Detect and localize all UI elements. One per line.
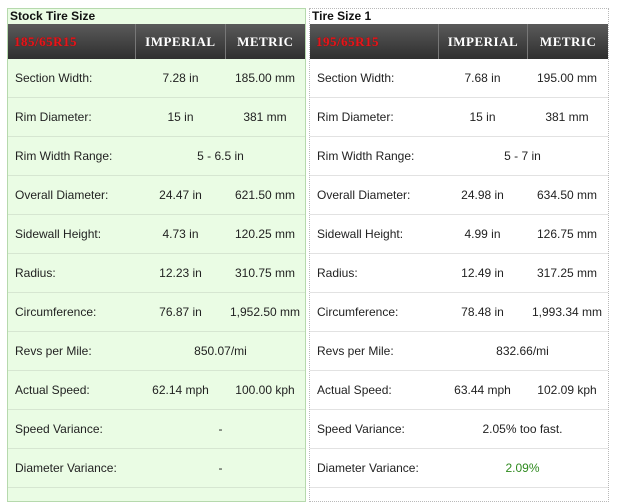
revs-per-mile-row: Revs per Mile: 832.66/mi [310,332,608,371]
imperial-column-header: IMPERIAL [447,33,519,49]
sidewall-height-row: Sidewall Height: 4.99 in 126.75 mm [310,215,608,254]
row-label: Section Width: [15,71,93,85]
tire-size-1-size: 195/65R15 [316,33,379,49]
row-label: Circumference: [317,305,399,319]
speed-variance-row: Speed Variance: 2.05% too fast. [310,410,608,449]
imperial-value: 24.98 in [461,188,504,202]
actual-speed-row: Actual Speed: 63.44 mph 102.09 kph [310,371,608,410]
tire-size-1-header: 195/65R15 IMPERIAL METRIC [310,24,608,59]
sidewall-height-row: Sidewall Height: 4.73 in 120.25 mm [8,215,305,254]
diameter-variance-row: Diameter Variance: - [8,449,305,488]
actual-speed-row: Actual Speed: 62.14 mph 100.00 kph [8,371,305,410]
tire-size-1-panel: Tire Size 1 195/65R15 IMPERIAL METRIC Se… [309,8,609,502]
stock-tire-title: Stock Tire Size [10,9,96,23]
row-label: Rim Width Range: [15,149,113,163]
row-label: Circumference: [15,305,97,319]
imperial-value: 7.28 in [162,71,199,85]
row-value: 850.07/mi [194,344,247,358]
rim-diameter-row: Rim Diameter: 15 in 381 mm [310,98,608,137]
imperial-value: 7.68 in [464,71,501,85]
metric-value: 120.25 mm [234,227,296,241]
row-label: Speed Variance: [317,422,405,436]
imperial-value: 76.87 in [159,305,202,319]
metric-value: 634.50 mm [536,188,598,202]
section-width-row: Section Width: 7.68 in 195.00 mm [310,59,608,98]
metric-value: 621.50 mm [234,188,296,202]
imperial-value: 15 in [469,110,496,124]
stock-tire-size: 185/65R15 [14,33,77,49]
row-label: Radius: [317,266,358,280]
row-label: Overall Diameter: [317,188,411,202]
imperial-value: 4.99 in [464,227,501,241]
row-label: Rim Diameter: [317,110,394,124]
metric-value: 310.75 mm [234,266,296,280]
row-value: - [218,461,223,475]
row-label: Diameter Variance: [15,461,117,475]
imperial-value: 78.48 in [461,305,504,319]
row-value: - [218,422,223,436]
row-label: Revs per Mile: [317,344,394,358]
imperial-column-header: IMPERIAL [145,33,216,49]
circumference-row: Circumference: 78.48 in 1,993.34 mm [310,293,608,332]
radius-row: Radius: 12.23 in 310.75 mm [8,254,305,293]
metric-value: 1,993.34 mm [531,305,603,319]
row-label: Speed Variance: [15,422,103,436]
section-width-row: Section Width: 7.28 in 185.00 mm [8,59,305,98]
speed-variance-row: Speed Variance: - [8,410,305,449]
row-label: Actual Speed: [15,383,90,397]
row-value: 5 - 7 in [504,149,541,163]
revs-per-mile-row: Revs per Mile: 850.07/mi [8,332,305,371]
rim-width-range-row: Rim Width Range: 5 - 7 in [310,137,608,176]
row-label: Revs per Mile: [15,344,92,358]
metric-value: 1,952.50 mm [229,305,301,319]
row-label: Sidewall Height: [317,227,404,241]
tire-size-1-title: Tire Size 1 [312,9,372,23]
row-label: Diameter Variance: [317,461,419,475]
radius-row: Radius: 12.49 in 317.25 mm [310,254,608,293]
row-value: 5 - 6.5 in [197,149,244,163]
imperial-value: 12.23 in [159,266,202,280]
metric-value: 195.00 mm [536,71,598,85]
diameter-variance-row: Diameter Variance: 2.09% [310,449,608,488]
imperial-value: 62.14 mph [152,383,209,397]
imperial-value: 63.44 mph [454,383,511,397]
row-label: Sidewall Height: [15,227,102,241]
metric-value: 317.25 mm [536,266,598,280]
row-label: Rim Width Range: [317,149,415,163]
metric-value: 102.09 kph [537,383,597,397]
stock-tire-panel: Stock Tire Size 185/65R15 IMPERIAL METRI… [7,8,306,502]
diameter-variance-value: 2.09% [505,461,540,475]
row-value: 2.05% too fast. [482,422,563,436]
imperial-value: 12.49 in [461,266,504,280]
metric-column-header: METRIC [539,33,597,49]
metric-value: 185.00 mm [234,71,296,85]
imperial-value: 24.47 in [159,188,202,202]
row-label: Rim Diameter: [15,110,92,124]
circumference-row: Circumference: 76.87 in 1,952.50 mm [8,293,305,332]
overall-diameter-row: Overall Diameter: 24.47 in 621.50 mm [8,176,305,215]
stock-tire-header: 185/65R15 IMPERIAL METRIC [8,24,305,59]
row-label: Actual Speed: [317,383,392,397]
row-value: 832.66/mi [496,344,549,358]
metric-value: 126.75 mm [536,227,598,241]
rim-diameter-row: Rim Diameter: 15 in 381 mm [8,98,305,137]
metric-value: 100.00 kph [235,383,295,397]
metric-column-header: METRIC [237,33,294,49]
overall-diameter-row: Overall Diameter: 24.98 in 634.50 mm [310,176,608,215]
metric-value: 381 mm [243,110,287,124]
row-label: Overall Diameter: [15,188,109,202]
row-label: Radius: [15,266,56,280]
imperial-value: 15 in [167,110,194,124]
row-label: Section Width: [317,71,395,85]
metric-value: 381 mm [545,110,589,124]
rim-width-range-row: Rim Width Range: 5 - 6.5 in [8,137,305,176]
imperial-value: 4.73 in [162,227,199,241]
